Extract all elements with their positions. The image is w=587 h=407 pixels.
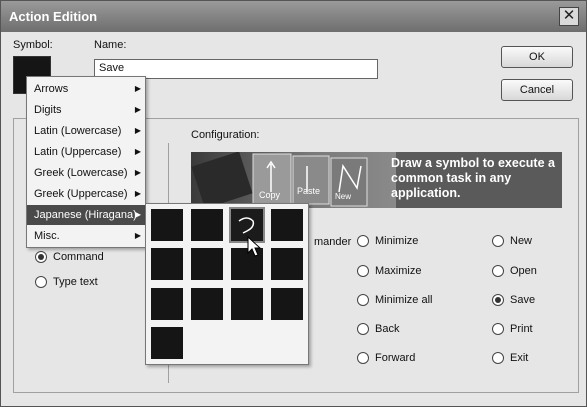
menu-item-japanese-hiragana[interactable]: Japanese (Hiragana) ▶ [27,205,145,225]
radio-label: Print [510,323,533,335]
radio-dot [492,352,504,364]
ok-button[interactable]: OK [501,46,573,68]
radio-dot [492,323,504,335]
symbol-cell[interactable] [271,209,303,241]
radio-label: Exit [510,352,529,364]
radio-dot [357,352,369,364]
menu-item-greek-lowercase[interactable]: Greek (Lowercase) ▶ [27,163,145,183]
menu-item-latin-uppercase[interactable]: Latin (Uppercase) ▶ [27,142,145,162]
radio-print[interactable]: Print [492,323,533,335]
submenu-arrow-icon: ▶ [134,210,141,219]
radio-label: Type text [53,276,98,288]
banner-word-paste: Paste [297,186,321,196]
radio-back[interactable]: Back [357,323,399,335]
symbol-cell[interactable] [191,209,223,241]
radio-dot [492,294,504,306]
symbol-cell[interactable] [231,288,263,320]
symbol-cell[interactable] [151,327,183,359]
menu-item-label: Misc. [34,230,60,242]
radio-label: Maximize [375,265,422,277]
window-title: Action Edition [9,9,98,24]
submenu-arrow-icon: ▶ [134,147,141,156]
menu-item-label: Greek (Lowercase) [34,167,128,179]
symbol-cell[interactable] [151,248,183,280]
radio-minimize[interactable]: Minimize [357,235,418,247]
radio-label: Back [375,323,400,335]
configuration-label: Configuration: [191,129,260,141]
title-bar: Action Edition ✕ [1,1,586,32]
close-button[interactable]: ✕ [559,7,579,26]
banner: Copy Paste New Draw a symbol to execute … [191,152,562,208]
submenu-arrow-icon: ▶ [134,105,141,114]
menu-item-label: Digits [34,104,62,116]
menu-item-label: Latin (Lowercase) [34,125,122,137]
radio-exit[interactable]: Exit [492,352,528,364]
radio-dot [357,323,369,335]
radio-label: New [510,235,533,247]
banner-illustration: Copy Paste New [191,152,396,208]
commander-label-fragment: mander [314,236,352,248]
menu-item-misc[interactable]: Misc. ▶ [27,226,145,246]
radio-label: Minimize [375,235,419,247]
symbol-cell[interactable] [191,248,223,280]
submenu-arrow-icon: ▶ [134,168,141,177]
radio-dot [357,235,369,247]
menu-item-digits[interactable]: Digits ▶ [27,100,145,120]
radio-dot [357,265,369,277]
radio-dot [492,235,504,247]
radio-label: Command [53,251,104,263]
radio-dot [357,294,369,306]
menu-item-arrows[interactable]: Arrows ▶ [27,79,145,99]
menu-item-label: Japanese (Hiragana) [34,209,137,221]
symbol-cell[interactable] [271,288,303,320]
menu-item-label: Arrows [34,83,69,95]
radio-label: Forward [375,352,416,364]
radio-save[interactable]: Save [492,294,535,306]
symbol-cell[interactable] [151,288,183,320]
radio-dot [35,276,47,288]
banner-text: Draw a symbol to execute a common task i… [391,156,555,200]
banner-word-new: New [335,192,352,201]
radio-type-text[interactable]: Type text [35,276,98,288]
submenu-arrow-icon: ▶ [134,189,141,198]
symbol-cell[interactable] [151,209,183,241]
menu-item-latin-lowercase[interactable]: Latin (Lowercase) ▶ [27,121,145,141]
cancel-button[interactable]: Cancel [501,79,573,101]
submenu-arrow-icon: ▶ [134,126,141,135]
menu-item-label: Greek (Uppercase) [34,188,128,200]
name-label: Name: [94,39,127,51]
menu-item-label: Latin (Uppercase) [34,146,122,158]
radio-label: Minimize all [375,294,433,306]
radio-command[interactable]: Command [35,251,104,263]
symbol-label: Symbol: [13,39,53,51]
radio-dot [492,265,504,277]
symbol-grid-popup [145,203,309,365]
symbol-cell[interactable] [271,248,303,280]
radio-minimize-all[interactable]: Minimize all [357,294,432,306]
radio-label: Open [510,265,537,277]
radio-dot [35,251,47,263]
radio-new[interactable]: New [492,235,532,247]
radio-forward[interactable]: Forward [357,352,415,364]
banner-symbols-icon [191,152,368,208]
menu-item-greek-uppercase[interactable]: Greek (Uppercase) ▶ [27,184,145,204]
symbol-cell[interactable] [191,288,223,320]
radio-maximize[interactable]: Maximize [357,265,421,277]
submenu-arrow-icon: ▶ [134,84,141,93]
radio-label: Save [510,294,536,306]
mouse-cursor-icon [247,236,262,257]
banner-word-copy: Copy [259,190,281,200]
symbol-category-menu: Arrows ▶ Digits ▶ Latin (Lowercase) ▶ Latin… [26,76,146,248]
radio-open[interactable]: Open [492,265,537,277]
submenu-arrow-icon: ▶ [134,231,141,240]
